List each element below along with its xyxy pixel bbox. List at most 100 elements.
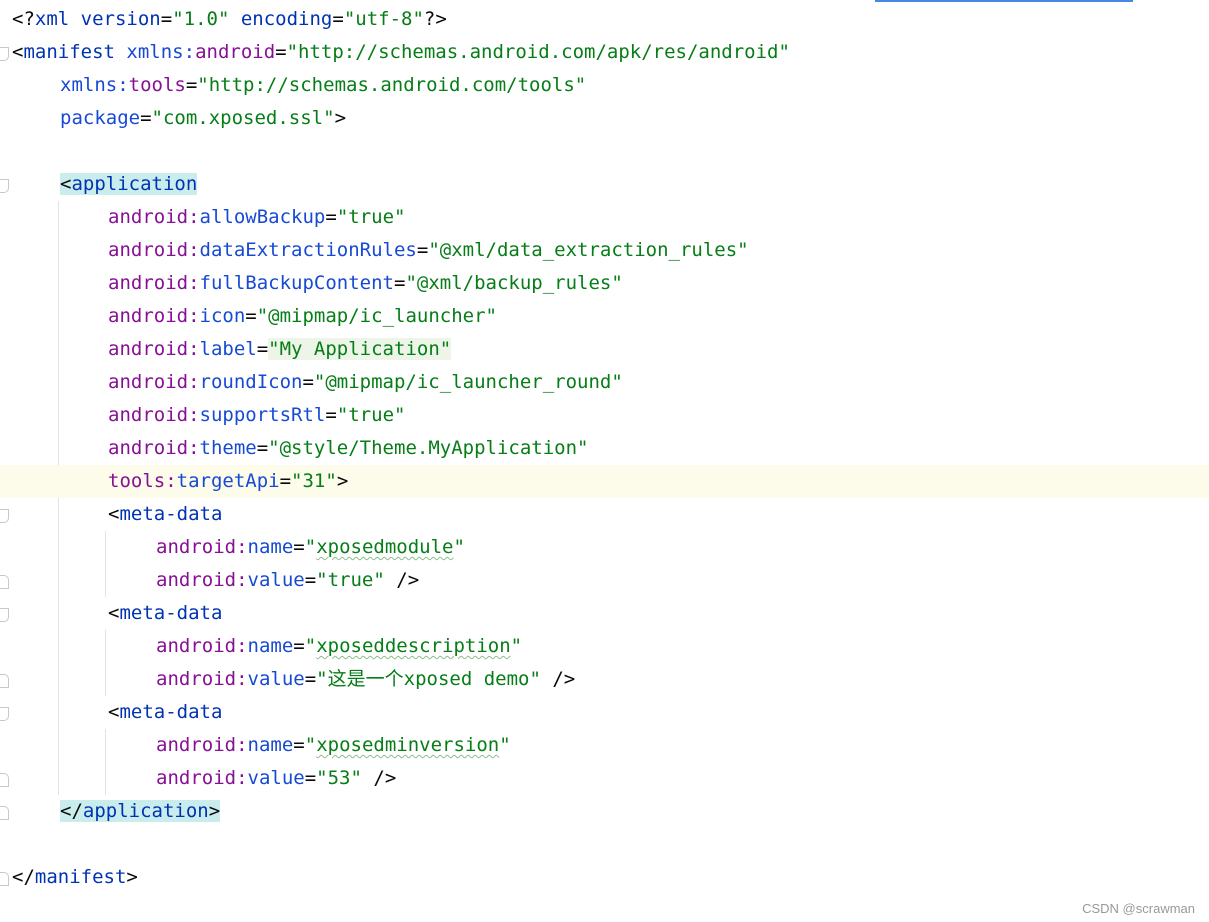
code-token: = bbox=[160, 8, 173, 30]
code-line-text: android:theme="@style/Theme.MyApplicatio… bbox=[108, 432, 588, 465]
code-token: android bbox=[195, 41, 276, 63]
code-token: " bbox=[304, 734, 317, 756]
code-token: android: bbox=[156, 668, 248, 690]
code-token: value bbox=[247, 767, 305, 789]
editor-tab-indicator bbox=[875, 0, 1133, 2]
code-line-text: android:label="My Application" bbox=[108, 333, 452, 366]
code-token: = bbox=[275, 41, 287, 63]
code-line[interactable]: android:roundIcon="@mipmap/ic_launcher_r… bbox=[0, 366, 1209, 399]
code-token: name bbox=[247, 635, 294, 657]
code-line[interactable]: tools:targetApi="31"> bbox=[0, 465, 1209, 498]
code-token: > bbox=[334, 107, 347, 129]
code-token: = bbox=[304, 668, 317, 690]
code-line-text: android:name="xposeddescription" bbox=[156, 630, 522, 663]
code-token: "1.0" bbox=[172, 8, 230, 30]
code-line[interactable]: android:label="My Application" bbox=[0, 333, 1209, 366]
code-token: " bbox=[316, 668, 328, 690]
code-token: manifest bbox=[23, 41, 115, 63]
code-token: " bbox=[453, 536, 465, 558]
code-line[interactable]: android:name="xposedmodule" bbox=[0, 531, 1209, 564]
code-line-text: </manifest> bbox=[12, 861, 138, 894]
code-line[interactable]: android:value="true" /> bbox=[0, 564, 1209, 597]
code-editor[interactable]: <?xml version="1.0" encoding="utf-8"?> <m… bbox=[0, 0, 1209, 922]
code-line[interactable]: android:name="xposedminversion" bbox=[0, 729, 1209, 762]
code-token: = bbox=[416, 239, 429, 261]
code-token: "com.xposed.ssl" bbox=[151, 107, 335, 129]
code-line[interactable]: </application> bbox=[0, 795, 1209, 828]
code-line[interactable]: android:value="这是一个xposed demo" /> bbox=[0, 663, 1209, 696]
code-token: meta-data bbox=[119, 701, 223, 723]
code-token: "31" bbox=[291, 470, 337, 492]
code-token: android: bbox=[108, 206, 200, 228]
code-token: = bbox=[140, 107, 152, 129]
code-token: android: bbox=[108, 338, 200, 360]
code-token: meta-data bbox=[119, 602, 223, 624]
code-token: " bbox=[510, 635, 523, 657]
code-token: targetApi bbox=[176, 470, 280, 492]
code-token: = bbox=[325, 206, 337, 228]
code-token: 这是一个 bbox=[327, 668, 404, 690]
code-token: = bbox=[325, 404, 337, 426]
code-line[interactable]: android:allowBackup="true" bbox=[0, 201, 1209, 234]
code-line[interactable] bbox=[0, 828, 1209, 861]
code-line[interactable]: </manifest> bbox=[0, 861, 1209, 894]
code-token: = bbox=[279, 470, 292, 492]
code-line[interactable]: android:name="xposeddescription" bbox=[0, 630, 1209, 663]
code-token: android: bbox=[156, 635, 248, 657]
code-line-text: <?xml version="1.0" encoding="utf-8"?> bbox=[12, 3, 447, 36]
code-line[interactable]: android:dataExtractionRules="@xml/data_e… bbox=[0, 234, 1209, 267]
code-token: > bbox=[126, 866, 138, 888]
code-line-text: <application bbox=[60, 168, 198, 201]
code-line-text: <manifest xmlns:android="http://schemas.… bbox=[12, 36, 790, 69]
code-token: android: bbox=[108, 305, 200, 327]
code-line[interactable]: package="com.xposed.ssl"> bbox=[0, 102, 1209, 135]
code-token: /> bbox=[540, 668, 576, 690]
code-line-text: android:value="53" /> bbox=[156, 762, 396, 795]
code-token: meta-data bbox=[119, 503, 223, 525]
code-token: = bbox=[302, 371, 314, 393]
code-token: /> bbox=[361, 767, 397, 789]
code-token: < bbox=[108, 701, 120, 723]
code-line[interactable]: android:theme="@style/Theme.MyApplicatio… bbox=[0, 432, 1209, 465]
code-token: = bbox=[256, 437, 269, 459]
code-line[interactable]: <meta-data bbox=[0, 597, 1209, 630]
code-token: = bbox=[393, 272, 406, 294]
code-token: = bbox=[332, 8, 344, 30]
code-token: </ bbox=[60, 800, 83, 822]
code-line[interactable]: <manifest xmlns:android="http://schemas.… bbox=[0, 36, 1209, 69]
code-token: "true" bbox=[316, 569, 385, 591]
code-token: "http://schemas.android.com/tools" bbox=[197, 74, 587, 96]
code-token: > bbox=[336, 470, 349, 492]
code-token: "@mipmap/ic_launcher" bbox=[256, 305, 497, 327]
code-line[interactable] bbox=[0, 135, 1209, 168]
code-token: xposed demo" bbox=[403, 668, 541, 690]
code-token: fullBackupContent bbox=[199, 272, 394, 294]
code-line-text: android:value="true" /> bbox=[156, 564, 419, 597]
code-line-text: android:supportsRtl="true" bbox=[108, 399, 405, 432]
code-line[interactable]: <application bbox=[0, 168, 1209, 201]
code-token: = bbox=[293, 734, 305, 756]
code-line-text: android:allowBackup="true" bbox=[108, 201, 405, 234]
code-line[interactable]: <?xml version="1.0" encoding="utf-8"?> bbox=[0, 3, 1209, 36]
code-line-text: android:icon="@mipmap/ic_launcher" bbox=[108, 300, 497, 333]
code-token: android: bbox=[108, 371, 200, 393]
code-token: " bbox=[304, 635, 317, 657]
code-line[interactable]: android:icon="@mipmap/ic_launcher" bbox=[0, 300, 1209, 333]
code-token: = bbox=[293, 635, 305, 657]
code-line[interactable]: xmlns:tools="http://schemas.android.com/… bbox=[0, 69, 1209, 102]
code-token: = bbox=[304, 767, 317, 789]
code-token: name bbox=[247, 536, 294, 558]
code-line[interactable]: <meta-data bbox=[0, 696, 1209, 729]
code-token: package bbox=[60, 107, 141, 129]
code-token: value bbox=[247, 668, 305, 690]
code-line-text: <meta-data bbox=[108, 696, 222, 729]
code-line[interactable]: android:fullBackupContent="@xml/backup_r… bbox=[0, 267, 1209, 300]
code-line[interactable]: android:value="53" /> bbox=[0, 762, 1209, 795]
code-token: > bbox=[208, 800, 221, 822]
code-line-text: xmlns:tools="http://schemas.android.com/… bbox=[60, 69, 586, 102]
code-token: roundIcon bbox=[199, 371, 303, 393]
code-line[interactable]: <meta-data bbox=[0, 498, 1209, 531]
code-line[interactable]: android:supportsRtl="true" bbox=[0, 399, 1209, 432]
code-line-text: android:roundIcon="@mipmap/ic_launcher_r… bbox=[108, 366, 623, 399]
